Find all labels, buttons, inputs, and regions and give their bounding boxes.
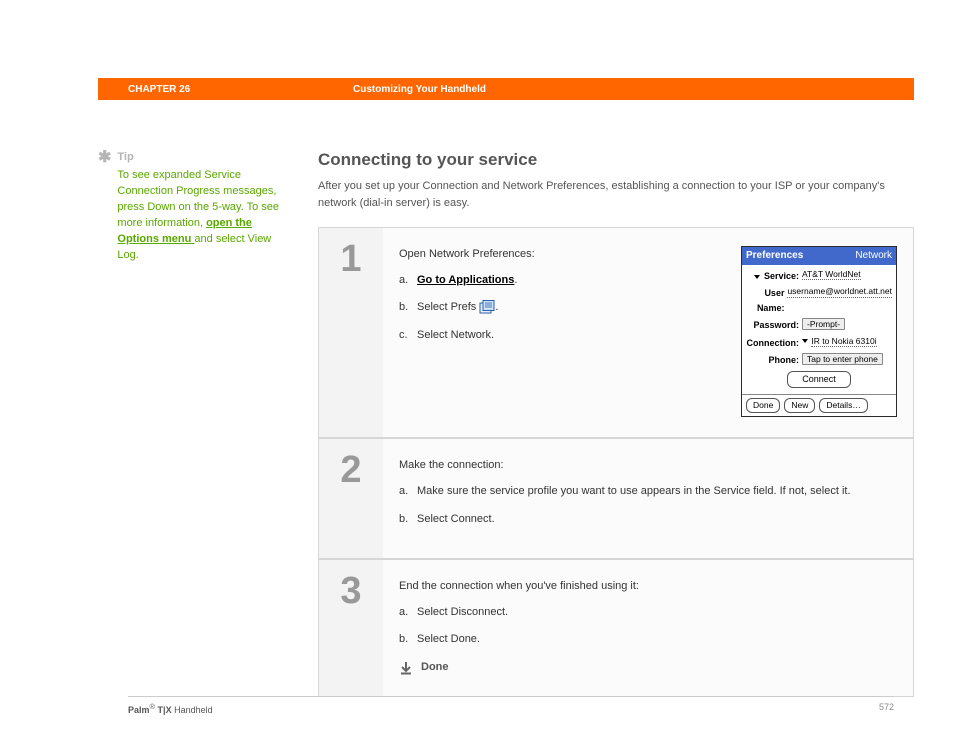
step-item: c. Select Network. xyxy=(399,327,731,345)
item-text: Select Network. xyxy=(417,329,494,341)
item-label: a. xyxy=(399,604,408,622)
brand-name: Palm xyxy=(128,705,150,715)
tip-text-before: To see expanded Service Connection Progr… xyxy=(117,169,279,229)
field-label: User Name: xyxy=(746,286,787,315)
item-suffix: . xyxy=(495,301,498,313)
footer-brand: Palm® T|X Handheld xyxy=(128,702,213,715)
page-number: 572 xyxy=(879,702,894,715)
dropdown-icon xyxy=(802,339,808,343)
done-button: Done xyxy=(746,398,780,414)
prefs-icon xyxy=(479,300,495,314)
section-title: Connecting to your service xyxy=(318,150,914,170)
tip-label: Tip xyxy=(117,150,288,166)
chapter-title: Customizing Your Handheld xyxy=(353,84,486,95)
step-3: 3 End the connection when you've finishe… xyxy=(319,560,913,696)
item-text: Select Connect. xyxy=(417,513,495,525)
dropdown-icon xyxy=(754,275,760,279)
chapter-bar: CHAPTER 26 Customizing Your Handheld xyxy=(98,78,914,100)
tip-body: To see expanded Service Connection Progr… xyxy=(117,168,288,264)
step-lead: End the connection when you've finished … xyxy=(399,578,897,596)
field-label: Phone: xyxy=(746,353,802,367)
main-content: Connecting to your service After you set… xyxy=(318,150,914,697)
step-lead: Open Network Preferences: xyxy=(399,246,731,264)
item-text: Select Done. xyxy=(417,633,480,645)
step-item: b. Select Prefs xyxy=(399,299,731,317)
item-label: b. xyxy=(399,511,408,529)
step-number: 1 xyxy=(319,228,383,437)
section-intro: After you set up your Connection and Net… xyxy=(318,178,914,211)
item-text: Select Prefs xyxy=(417,301,479,313)
field-label: Password: xyxy=(746,318,802,332)
item-text: Make sure the service profile you want t… xyxy=(417,485,851,497)
device-category: Network xyxy=(855,248,892,264)
new-button: New xyxy=(784,398,815,414)
tip-sidebar: ✱ Tip To see expanded Service Connection… xyxy=(98,150,318,697)
step-item: a. Go to Applications. xyxy=(399,272,731,290)
done-arrow-icon xyxy=(399,661,413,675)
field-label: Service: xyxy=(764,271,799,281)
username-value: username@worldnet.att.net xyxy=(787,286,892,297)
item-text: Select Disconnect. xyxy=(417,606,508,618)
connect-button: Connect xyxy=(787,371,851,387)
go-to-applications-link[interactable]: Go to Applications xyxy=(417,274,514,286)
step-number: 2 xyxy=(319,439,383,558)
step-item: b. Select Connect. xyxy=(399,511,897,529)
service-value: AT&T WorldNet xyxy=(802,269,861,280)
step-number: 3 xyxy=(319,560,383,696)
page-footer: Palm® T|X Handheld 572 xyxy=(128,696,894,715)
item-label: a. xyxy=(399,483,408,501)
step-2: 2 Make the connection: a. Make sure the … xyxy=(319,439,913,560)
password-value: -Prompt- xyxy=(802,318,845,330)
done-label: Done xyxy=(421,659,449,677)
item-label: a. xyxy=(399,272,408,290)
item-suffix: . xyxy=(514,274,517,286)
connection-value: IR to Nokia 6310i xyxy=(811,336,876,347)
brand-suffix: Handheld xyxy=(172,705,213,715)
step-item: b. Select Done. xyxy=(399,631,897,649)
asterisk-icon: ✱ xyxy=(98,150,111,264)
chapter-number: CHAPTER 26 xyxy=(128,84,353,95)
item-label: b. xyxy=(399,299,408,317)
field-label: Connection: xyxy=(746,336,802,350)
device-title: Preferences xyxy=(746,248,803,264)
brand-model: T|X xyxy=(155,705,172,715)
device-screenshot: Preferences Network Service: AT&T WorldN… xyxy=(741,246,897,417)
steps-frame: 1 Open Network Preferences: a. Go to App… xyxy=(318,227,914,697)
item-label: c. xyxy=(399,327,408,345)
step-item: a. Select Disconnect. xyxy=(399,604,897,622)
step-lead: Make the connection: xyxy=(399,457,897,475)
phone-value: Tap to enter phone xyxy=(802,353,883,365)
item-label: b. xyxy=(399,631,408,649)
step-item: a. Make sure the service profile you wan… xyxy=(399,483,897,501)
step-1: 1 Open Network Preferences: a. Go to App… xyxy=(319,228,913,439)
details-button: Details… xyxy=(819,398,867,414)
